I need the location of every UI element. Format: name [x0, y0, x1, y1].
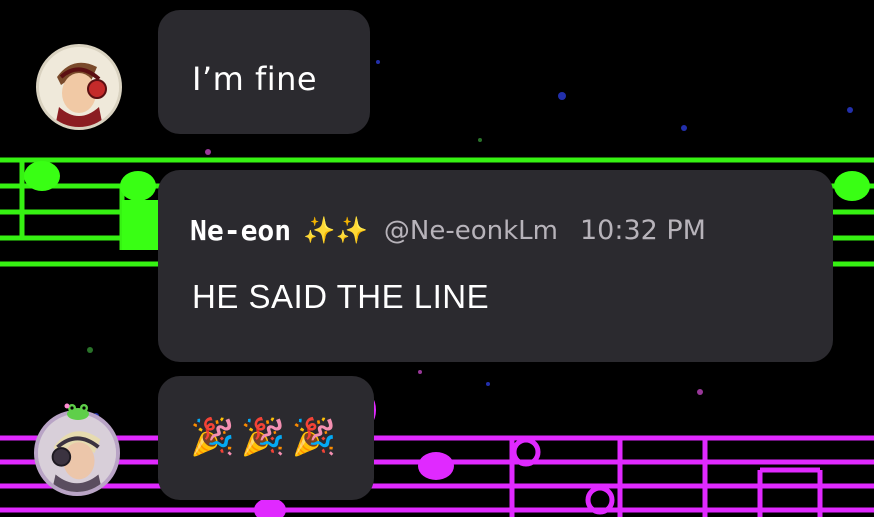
- avatar[interactable]: [34, 410, 120, 496]
- sparkles-icon: ✨✨: [303, 215, 368, 246]
- avatar-red-headphones-icon: [39, 47, 119, 127]
- message-bubble[interactable]: I’m fine: [158, 10, 370, 134]
- message-header: Ne-eon ✨✨ @Ne-eonkLm 10:32 PM: [190, 214, 706, 247]
- sender-handle[interactable]: @Ne-eonkLm: [384, 216, 558, 246]
- message-text: I’m fine: [192, 60, 318, 98]
- frog-badge-icon: [64, 403, 89, 420]
- message-bubble[interactable]: Ne-eon ✨✨ @Ne-eonkLm 10:32 PM HE SAID TH…: [158, 170, 833, 362]
- message-bubble[interactable]: 🎉🎉🎉: [158, 376, 374, 500]
- sender-name[interactable]: Ne-eon: [190, 214, 291, 247]
- party-popper-icon: 🎉🎉🎉: [190, 417, 343, 458]
- timestamp: 10:32 PM: [579, 215, 706, 246]
- avatar[interactable]: [36, 44, 122, 130]
- message-text: HE SAID THE LINE: [192, 278, 490, 315]
- avatar-purple-headphones-icon: [38, 414, 116, 492]
